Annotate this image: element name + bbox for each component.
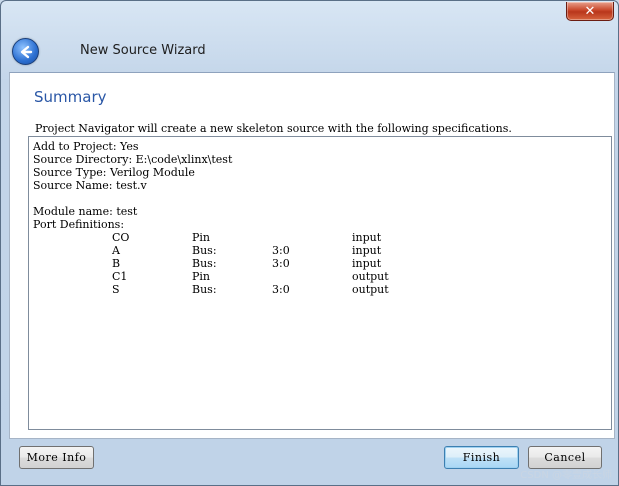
- page-title: Summary: [34, 88, 107, 106]
- spec-line-source-directory: Source Directory: E:\code\xlinx\test: [33, 153, 233, 166]
- port-range: 3:0: [272, 257, 290, 270]
- wizard-window: ✕ New Source Wizard Summary Project Navi…: [0, 0, 619, 486]
- port-range: 3:0: [272, 283, 290, 296]
- spec-line-source-name: Source Name: test.v: [33, 179, 147, 192]
- port-kind: Bus:: [192, 257, 217, 270]
- port-direction: input: [352, 257, 382, 270]
- port-range: 3:0: [272, 244, 290, 257]
- spec-line-source-type: Source Type: Verilog Module: [33, 166, 195, 179]
- spec-line-module-name: Module name: test: [33, 205, 138, 218]
- port-direction: output: [352, 270, 389, 283]
- port-name: CO: [112, 231, 130, 244]
- port-kind: Pin: [192, 270, 211, 283]
- port-name: C1: [112, 270, 128, 283]
- finish-button[interactable]: Finish: [444, 446, 519, 469]
- back-arrow-icon: [20, 45, 32, 58]
- port-name: B: [112, 257, 121, 270]
- port-kind: Pin: [192, 231, 211, 244]
- wizard-title: New Source Wizard: [80, 43, 206, 58]
- port-direction: input: [352, 231, 382, 244]
- close-icon: ✕: [584, 3, 596, 19]
- port-direction: output: [352, 283, 389, 296]
- specification-box[interactable]: Add to Project: Yes Source Directory: E:…: [28, 136, 612, 430]
- watermark: CSDN @零壹成长师: [520, 470, 612, 481]
- port-name: A: [112, 244, 120, 257]
- port-direction: input: [352, 244, 382, 257]
- wizard-content: Summary Project Navigator will create a …: [9, 72, 615, 439]
- port-kind: Bus:: [192, 283, 217, 296]
- port-name: S: [112, 283, 120, 296]
- close-button[interactable]: ✕: [566, 2, 614, 21]
- port-kind: Bus:: [192, 244, 217, 257]
- more-info-button[interactable]: More Info: [19, 446, 94, 469]
- intro-text: Project Navigator will create a new skel…: [35, 122, 512, 135]
- back-button[interactable]: [12, 38, 39, 65]
- spec-line-port-definitions: Port Definitions:: [33, 218, 125, 231]
- spec-line-add-to-project: Add to Project: Yes: [33, 140, 139, 153]
